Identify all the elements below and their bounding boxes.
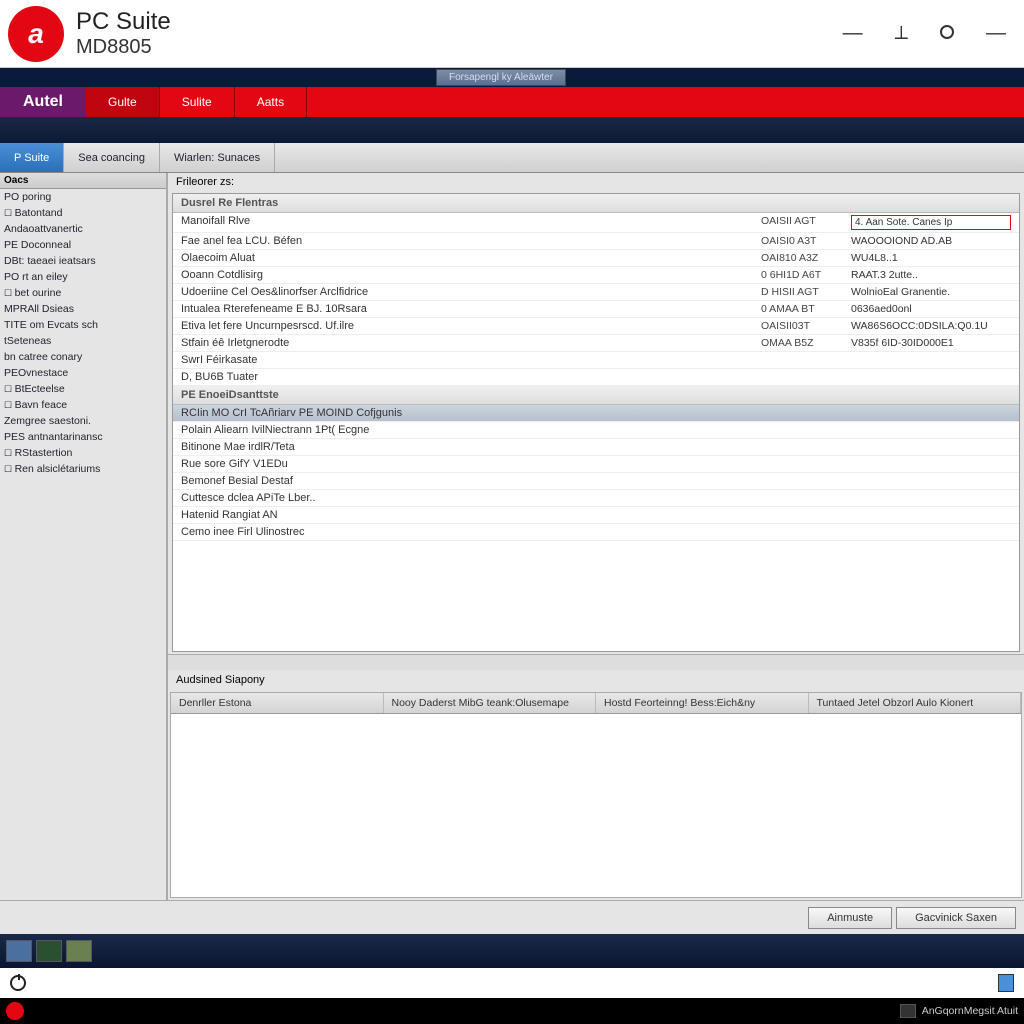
tool-icon[interactable]: ⟂ xyxy=(895,22,908,45)
list-area[interactable]: Dusrel Re Flentras Manoifall RlveOAISII … xyxy=(172,193,1020,652)
sidebar-item[interactable]: PES antnantarinansc xyxy=(0,429,166,445)
sidebar-item[interactable]: MPRAll Dsieas xyxy=(0,301,166,317)
horizontal-scrollbar[interactable] xyxy=(168,654,1024,670)
start-icon[interactable] xyxy=(6,1002,24,1020)
brand-badge: Autel xyxy=(0,87,86,117)
tab-aatts[interactable]: Aatts xyxy=(235,87,307,117)
button-ainmuste[interactable]: Ainmuste xyxy=(808,907,892,929)
sidebar-item[interactable]: tSeteneas xyxy=(0,333,166,349)
list-item[interactable]: Udoeriine Cel Oes&linorfser ArclfidriceD… xyxy=(173,284,1019,301)
button-gacvinick[interactable]: Gacvinick Saxen xyxy=(896,907,1016,929)
sidebar-item[interactable]: DBt: taeaei ieatsars xyxy=(0,253,166,269)
list-item[interactable]: D, BU6B Tuater xyxy=(173,369,1019,386)
list-item[interactable]: RCIin MO CrI TcAñriarv PE MOIND Cofjguni… xyxy=(173,405,1019,422)
sidebar-item[interactable]: PO rt an eiley xyxy=(0,269,166,285)
list-item[interactable]: Bitinone Mae irdlR/Teta xyxy=(173,439,1019,456)
list-item[interactable]: Cemo inee Firl Ulinostrec xyxy=(173,524,1019,541)
sidebar-item[interactable]: bn catree conary xyxy=(0,349,166,365)
taskbar-app-icon[interactable] xyxy=(6,940,32,962)
list-item[interactable]: Cuttesce dclea APiTe Lber.. xyxy=(173,490,1019,507)
bottom-section: Audsined Siapony Denrller EstonaNooy Dad… xyxy=(168,670,1024,900)
list-item[interactable]: Bemonef Besial Destaf xyxy=(173,473,1019,490)
column-header[interactable]: Denrller Estona xyxy=(171,693,384,713)
subtab-psuite[interactable]: P Suite xyxy=(0,143,64,172)
group-header-2: PE EnoeiDsanttste xyxy=(173,386,1019,405)
column-header[interactable]: Nooy Daderst MibG teank:Olusemape xyxy=(384,693,597,713)
sidebar-item[interactable]: PEOvnestace xyxy=(0,365,166,381)
subtab-sunaces[interactable]: Wiarlen: Sunaces xyxy=(160,143,275,172)
tray-icon[interactable] xyxy=(998,974,1014,992)
list-item[interactable]: Intualea Rterefeneame E BJ. 10Rsara0 AMA… xyxy=(173,301,1019,318)
sidebar-item[interactable]: RStastertion xyxy=(0,445,166,461)
list-item[interactable]: SwrI Féirkasate xyxy=(173,352,1019,369)
list-item[interactable]: Rue sore GifY V1EDu xyxy=(173,456,1019,473)
group-header-1: Dusrel Re Flentras xyxy=(173,194,1019,213)
bottom-header: Audsined Siapony xyxy=(168,670,1024,690)
list-item[interactable]: Olaecoim AluatOAI810 A3ZWU4L8..1 xyxy=(173,250,1019,267)
sidebar-item[interactable]: Batontand xyxy=(0,205,166,221)
taskbar-app-icon[interactable] xyxy=(36,940,62,962)
taskbar-bottom: AnGqornMegsit Atuit xyxy=(0,998,1024,1024)
taskbar-secondary xyxy=(0,968,1024,998)
sidebar: Oacs PO poringBatontandAndaoattvanerticP… xyxy=(0,173,168,900)
tab-sulite[interactable]: Sulite xyxy=(160,87,235,117)
sidebar-item[interactable]: PO poring xyxy=(0,189,166,205)
sidebar-item[interactable]: Zemgree saestoni. xyxy=(0,413,166,429)
restore-icon[interactable] xyxy=(940,22,954,45)
list-item[interactable]: Ooann Cotdlisirg0 6HI1D A6TRAAT.3 2utte.… xyxy=(173,267,1019,284)
sidebar-item[interactable]: PE Doconneal xyxy=(0,237,166,253)
embedded-button[interactable]: Forsapengl ky Aleäwter xyxy=(436,69,566,86)
column-header[interactable]: Tuntaed Jetel Obzorl Aulo Kionert xyxy=(809,693,1022,713)
power-icon[interactable] xyxy=(10,975,26,991)
list-item[interactable]: Manoifall RlveOAISII AGT4. Aan Sote. Can… xyxy=(173,213,1019,233)
sidebar-item[interactable]: bet ourine xyxy=(0,285,166,301)
minimize-icon[interactable]: — xyxy=(843,22,863,45)
menu-icon[interactable]: — xyxy=(986,22,1004,45)
tab-gulte[interactable]: Gulte xyxy=(86,87,160,117)
sub-tab-bar: P Suite Sea coancing Wiarlen: Sunaces xyxy=(0,143,1024,173)
taskbar-primary xyxy=(0,934,1024,968)
sidebar-item[interactable]: Ren alsiclétariums xyxy=(0,461,166,477)
list-item[interactable]: Hatenid Rangiat AN xyxy=(173,507,1019,524)
sidebar-item[interactable]: BtEcteelse xyxy=(0,381,166,397)
list-item[interactable]: Etiva let fere Uncurnpesrscd. Uf.ilreOAI… xyxy=(173,318,1019,335)
content-header: Frileorer zs: xyxy=(168,173,1024,191)
sidebar-item[interactable]: Andaoattvanertic xyxy=(0,221,166,237)
app-subtitle: MD8805 xyxy=(76,36,171,59)
blue-strip xyxy=(0,117,1024,143)
column-header[interactable]: Hostd Feorteinng! Bess:Eich&ny xyxy=(596,693,809,713)
sidebar-item[interactable]: Bavn feace xyxy=(0,397,166,413)
tray-text: AnGqornMegsit Atuit xyxy=(922,1005,1018,1017)
sidebar-header: Oacs xyxy=(0,173,166,189)
primary-tab-bar: Autel Gulte Sulite Aatts xyxy=(0,87,1024,117)
dark-strip: Forsapengl ky Aleäwter xyxy=(0,68,1024,87)
list-item[interactable]: Stfain éê IrletgnerodteOMAA B5ZV835f 6ID… xyxy=(173,335,1019,352)
tray-badge-icon[interactable] xyxy=(900,1004,916,1018)
app-title: PC Suite xyxy=(76,8,171,36)
list-item[interactable]: Polain Aliearn IvilNiectrann 1Pt( Ecgne xyxy=(173,422,1019,439)
bottom-grid: Denrller EstonaNooy Daderst MibG teank:O… xyxy=(170,692,1022,898)
taskbar-app-icon[interactable] xyxy=(66,940,92,962)
sidebar-item[interactable]: TITE om Evcats sch xyxy=(0,317,166,333)
list-item[interactable]: Fae anel fea LCU. BéfenOAISI0 A3TWAOOOIO… xyxy=(173,233,1019,250)
footer-buttons: Ainmuste Gacvinick Saxen xyxy=(0,900,1024,934)
app-logo: a xyxy=(8,6,64,62)
main-area: Oacs PO poringBatontandAndaoattvanerticP… xyxy=(0,173,1024,900)
titlebar: a PC Suite MD8805 — ⟂ — xyxy=(0,0,1024,68)
subtab-coancing[interactable]: Sea coancing xyxy=(64,143,160,172)
content-panel: Frileorer zs: Dusrel Re Flentras Manoifa… xyxy=(168,173,1024,900)
